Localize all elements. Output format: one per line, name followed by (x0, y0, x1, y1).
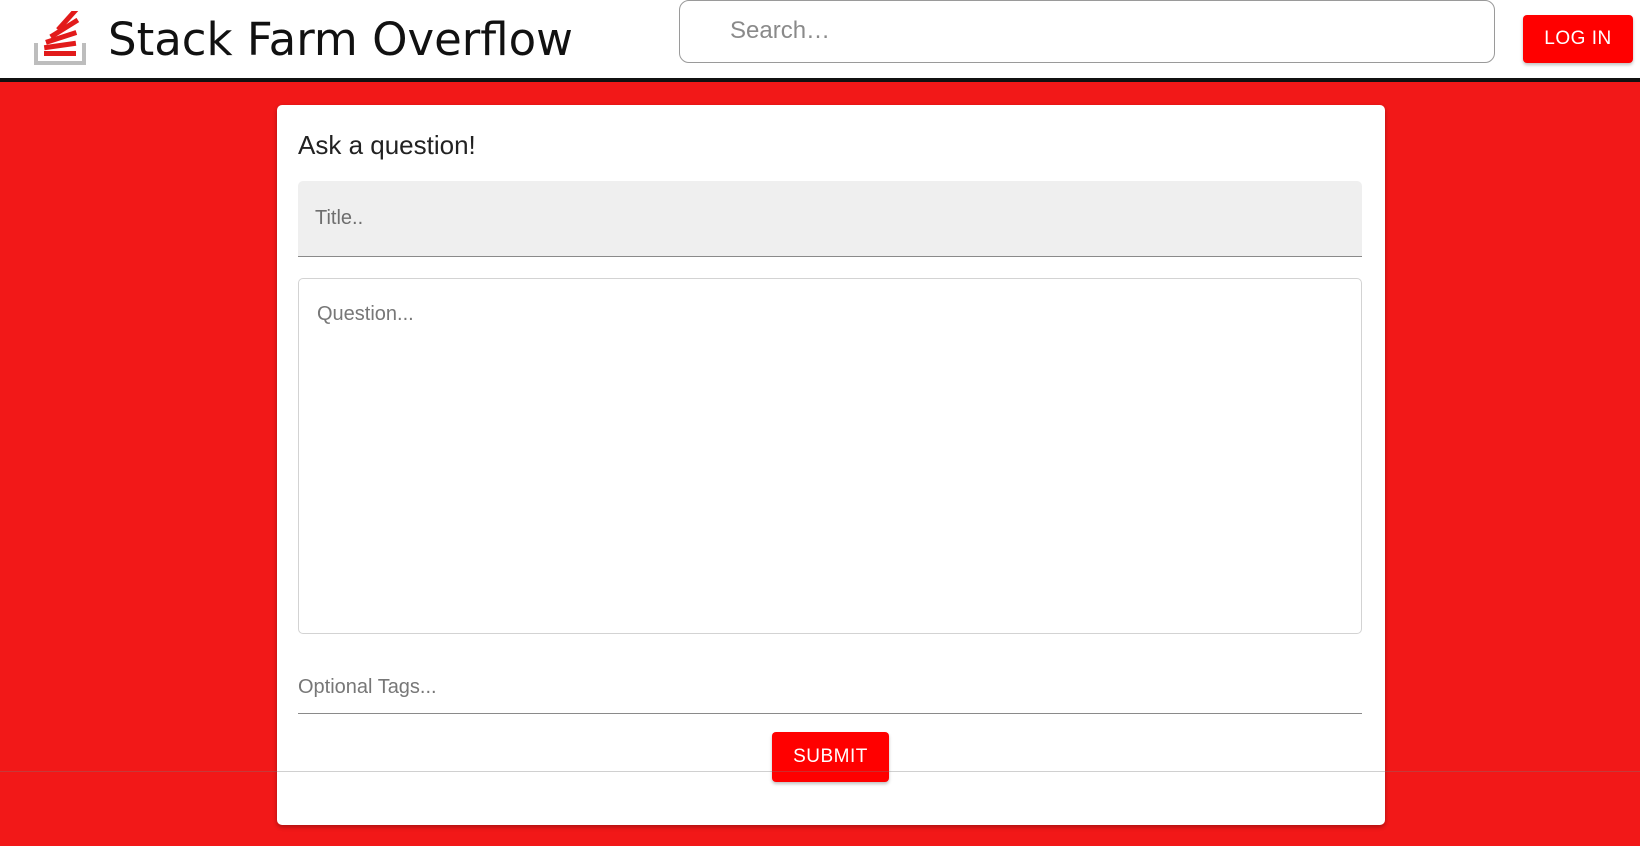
form-heading: Ask a question! (298, 130, 476, 160)
tags-input[interactable] (298, 662, 1362, 714)
search-input[interactable] (730, 1, 1470, 61)
ask-question-card: Ask a question! SUBMIT (277, 105, 1385, 825)
question-textarea[interactable] (317, 303, 1337, 613)
login-button[interactable]: LOG IN (1523, 15, 1633, 63)
title-field[interactable] (298, 181, 1362, 257)
overlay-divider (0, 771, 1640, 772)
site-title[interactable]: Stack Farm Overflow (108, 10, 573, 70)
top-app-bar: Stack Farm Overflow LOG IN (0, 0, 1640, 82)
search-box[interactable] (679, 0, 1495, 63)
stack-logo-icon[interactable] (34, 11, 86, 65)
submit-button[interactable]: SUBMIT (772, 732, 889, 782)
title-input[interactable] (315, 181, 1345, 255)
question-field[interactable] (298, 278, 1362, 634)
